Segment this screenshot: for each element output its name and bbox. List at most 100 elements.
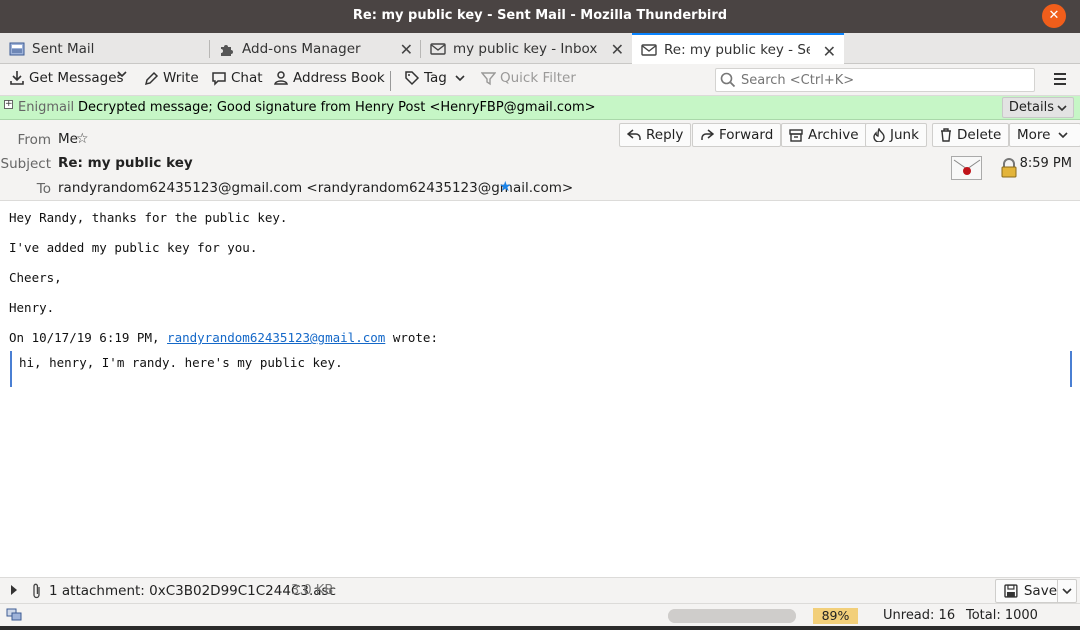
trash-icon (941, 128, 951, 142)
archive-label: Archive (808, 127, 859, 143)
message-time: 8:59 PM (1019, 156, 1072, 171)
get-messages-button[interactable]: Get Messages (9, 70, 124, 86)
expand-triangle-icon[interactable] (11, 585, 17, 595)
flame-icon (873, 128, 885, 142)
forward-icon (701, 129, 714, 140)
tab-label: my public key - Inbox (453, 40, 598, 57)
chevron-down-icon (1057, 104, 1067, 111)
enigmail-label: Enigmail (18, 100, 75, 115)
status-bar: 89% Unread: 16 Total: 1000 (0, 603, 1080, 626)
body-line: I've added my public key for you. (9, 240, 258, 255)
quick-filter-label: Quick Filter (500, 70, 576, 86)
search-box[interactable] (715, 68, 1035, 92)
tab-inbox-message[interactable]: my public key - Inbox ✕ (421, 33, 632, 64)
save-label: Save (1023, 583, 1057, 599)
address-book-button[interactable]: Address Book (273, 70, 385, 86)
envelope-icon (429, 40, 447, 58)
delete-label: Delete (957, 127, 1002, 143)
tag-button[interactable]: Tag (404, 70, 469, 86)
expand-icon[interactable]: + (4, 100, 13, 109)
forward-label: Forward (719, 127, 774, 143)
delete-button[interactable]: Delete (932, 123, 1010, 147)
reply-button[interactable]: Reply (619, 123, 692, 147)
more-button[interactable]: More (1009, 123, 1080, 147)
puzzle-icon (218, 40, 236, 58)
quote-attribution: On 10/17/19 6:19 PM, randyrandom62435123… (9, 330, 438, 345)
tab-label: Sent Mail (32, 40, 95, 57)
body-line: Henry. (9, 300, 55, 315)
quote-prefix: On 10/17/19 6:19 PM, (9, 330, 168, 345)
chevron-down-icon (455, 75, 465, 82)
write-button[interactable]: Write (144, 70, 199, 86)
body-line: Hey Randy, thanks for the public key. (9, 210, 288, 225)
more-label: More (1017, 127, 1051, 143)
attachment-bar: 1 attachment: 0xC3B02D99C1C244C3.asc 3.0… (0, 577, 1080, 603)
paperclip-icon (33, 583, 40, 599)
attachment-size: 3.0 KB (291, 583, 334, 598)
save-dropdown[interactable] (1058, 583, 1076, 599)
total-count: Total: 1000 (966, 608, 1038, 623)
quote-suffix: wrote: (385, 330, 438, 345)
write-label: Write (163, 70, 199, 86)
message-header: From Me ☆ Subject Re: my public key To r… (0, 120, 1080, 201)
details-button[interactable]: Details (1001, 97, 1074, 118)
tab-current-message[interactable]: Re: my public key - Sent ✕ (632, 33, 844, 65)
toolbar-divider (390, 71, 391, 91)
search-icon (720, 72, 736, 88)
chat-button[interactable]: Chat (211, 70, 263, 86)
download-icon (10, 71, 24, 85)
bottom-edge (0, 626, 1080, 630)
get-messages-label: Get Messages (29, 70, 124, 86)
save-icon (1004, 584, 1018, 598)
quota-indicator: 89% (813, 608, 858, 624)
archive-icon (789, 128, 803, 142)
close-icon[interactable]: ✕ (400, 40, 413, 59)
tab-sent-mail[interactable]: Sent Mail (0, 33, 210, 64)
to-value[interactable]: randyrandom62435123@gmail.com <randyrand… (58, 180, 573, 196)
chevron-down-icon (1058, 132, 1069, 139)
chat-icon (212, 71, 226, 86)
window-title: Re: my public key - Sent Mail - Mozilla … (352, 8, 728, 23)
quoted-text: hi, henry, I'm randy. here's my public k… (19, 355, 343, 370)
main-toolbar: Get Messages Write Chat Address Book Tag… (0, 64, 1080, 96)
star-icon[interactable]: ☆ (76, 131, 89, 147)
save-attachment-button[interactable]: Save (995, 579, 1077, 603)
address-book-icon (274, 71, 288, 85)
close-icon[interactable]: ✕ (823, 42, 836, 61)
junk-button[interactable]: Junk (865, 123, 927, 147)
address-book-label: Address Book (293, 70, 385, 86)
menu-icon[interactable] (1054, 73, 1066, 85)
forward-button[interactable]: Forward (692, 123, 782, 147)
chat-label: Chat (231, 70, 263, 86)
lock-icon[interactable] (1000, 158, 1018, 182)
tab-label: Add-ons Manager (242, 40, 361, 57)
message-body: Hey Randy, thanks for the public key. I'… (0, 201, 1080, 577)
from-label: From (17, 132, 51, 148)
subject-label: Subject (0, 156, 51, 172)
search-input[interactable] (741, 72, 1021, 88)
signed-envelope-icon[interactable] (951, 156, 982, 180)
envelope-icon (640, 41, 658, 59)
window-close-button[interactable]: ✕ (1042, 4, 1066, 28)
email-link[interactable]: randyrandom62435123@gmail.com (167, 330, 385, 345)
close-icon[interactable]: ✕ (611, 40, 624, 59)
reply-icon (627, 129, 641, 140)
chevron-down-icon (1062, 588, 1072, 595)
enigmail-message: Decrypted message; Good signature from H… (78, 100, 596, 115)
star-filled-icon[interactable]: ★ (499, 179, 512, 195)
tab-addons-manager[interactable]: Add-ons Manager ✕ (210, 33, 421, 64)
archive-button[interactable]: Archive (781, 123, 867, 147)
from-value[interactable]: Me (58, 131, 78, 147)
network-status-icon[interactable] (6, 608, 22, 622)
tag-label: Tag (424, 70, 447, 86)
quick-filter-button[interactable]: Quick Filter (481, 70, 576, 86)
get-messages-dropdown[interactable] (117, 70, 131, 78)
progress-bar (668, 609, 796, 623)
tag-icon (405, 71, 420, 86)
junk-label: Junk (890, 127, 919, 143)
save-button[interactable]: Save (996, 580, 1058, 602)
title-bar: Re: my public key - Sent Mail - Mozilla … (0, 0, 1080, 33)
reply-label: Reply (646, 127, 684, 143)
folder-icon (8, 40, 26, 58)
tab-bar: Sent Mail Add-ons Manager ✕ my public ke… (0, 33, 1080, 65)
